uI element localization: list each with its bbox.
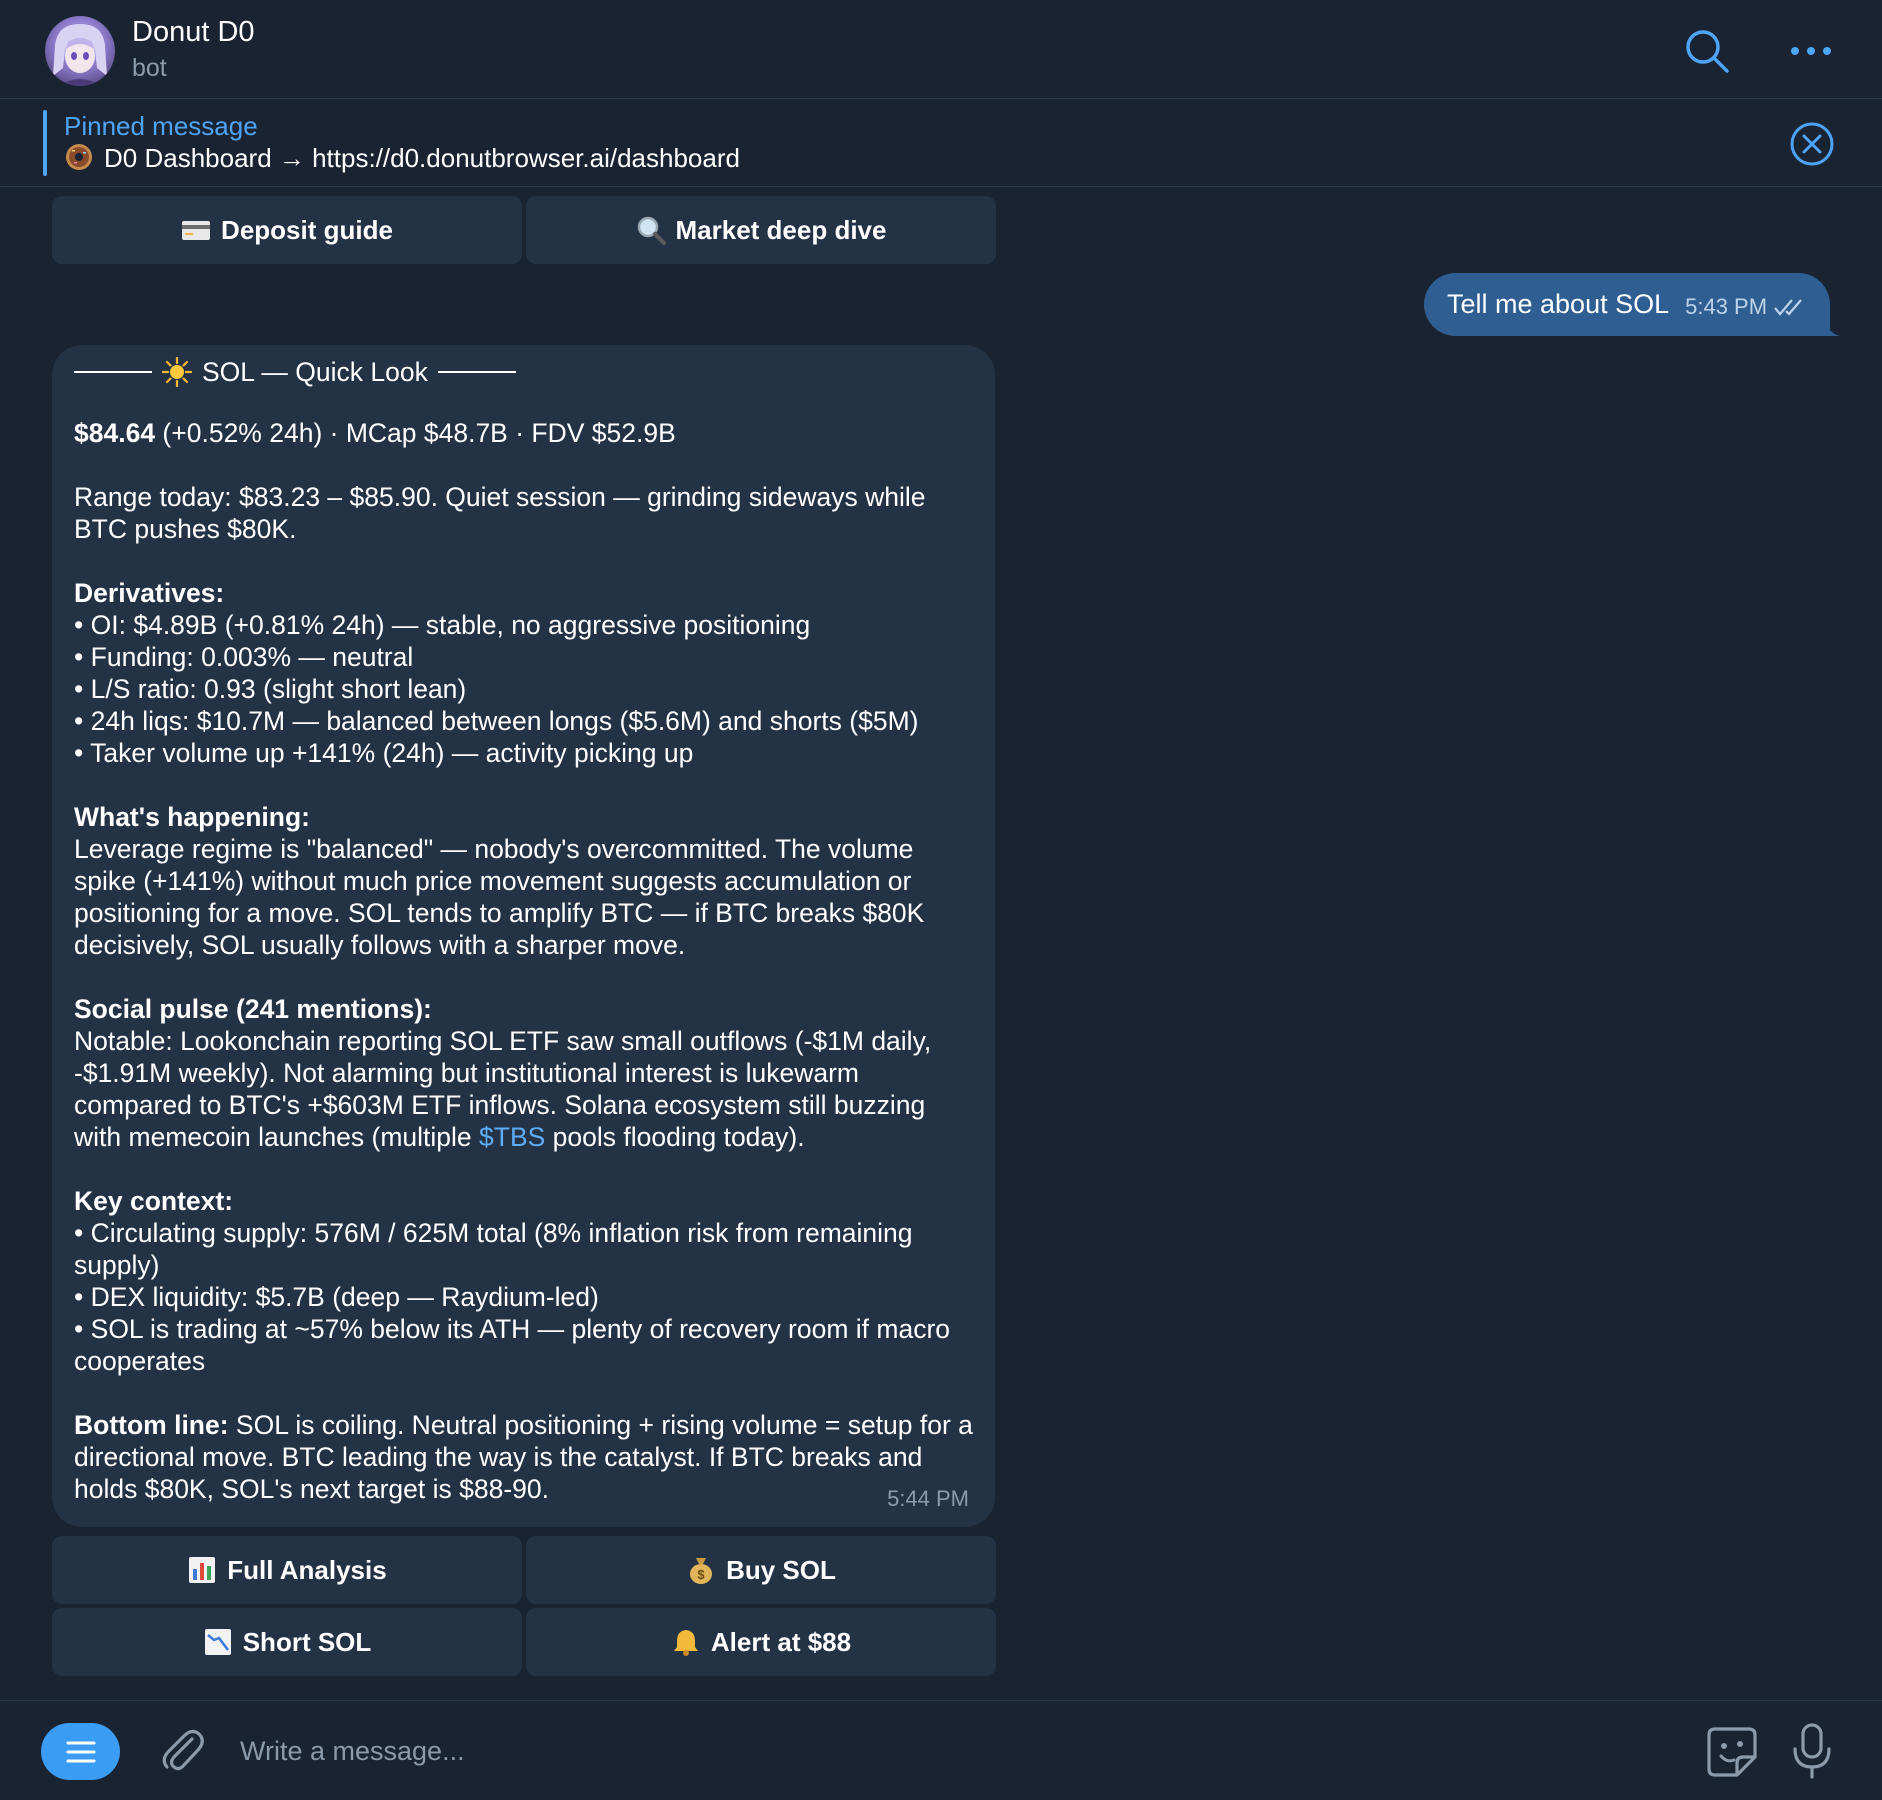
credit-card-icon <box>182 221 211 240</box>
pinned-text[interactable]: D0 Dashboard → https://d0.donutbrowser.a… <box>104 143 740 173</box>
deposit-guide-button[interactable]: Deposit guide <box>52 196 522 264</box>
social-title: Social pulse (241 mentions): <box>74 994 432 1024</box>
context-item: • Circulating supply: 576M / 625M total … <box>74 1218 913 1280</box>
range-text: Range today: $83.23 – $85.90. Quiet sess… <box>74 482 926 544</box>
buy-sol-button[interactable]: $ Buy SOL <box>526 1536 996 1604</box>
incoming-time: 5:44 PM <box>887 1486 969 1511</box>
derivatives-item: • Taker volume up +141% (24h) — activity… <box>74 738 694 768</box>
chat-subtitle: bot <box>132 54 167 82</box>
search-button[interactable] <box>1676 20 1738 82</box>
full-analysis-label: Full Analysis <box>227 1554 387 1585</box>
pinned-title: Pinned message <box>64 111 258 141</box>
paperclip-icon[interactable] <box>154 1723 210 1779</box>
outgoing-message[interactable]: Tell me about SOL 5:43 PM <box>1424 273 1830 336</box>
bubble-tail <box>1818 316 1840 336</box>
price-line: $84.64 (+0.52% 24h) · MCap $48.7B · FDV … <box>74 417 973 449</box>
derivatives-item: • L/S ratio: 0.93 (slight short lean) <box>74 674 467 704</box>
heading-text: SOL — Quick Look <box>202 357 428 387</box>
bottom-line-title: Bottom line: <box>74 1410 229 1440</box>
deposit-guide-label: Deposit guide <box>221 214 393 245</box>
pinned-text-row: D0 Dashboard → https://d0.donutbrowser.a… <box>64 142 740 174</box>
sun-icon <box>162 357 192 387</box>
pinned-message-bar[interactable]: Pinned message D0 Dashboard → https://d0… <box>0 99 1882 187</box>
outgoing-time: 5:43 PM <box>1685 293 1768 319</box>
bell-icon <box>673 1630 698 1656</box>
more-icon <box>1791 47 1831 55</box>
price-details: (+0.52% 24h) · MCap $48.7B · FDV $52.9B <box>155 418 676 448</box>
market-deep-dive-button[interactable]: Market deep dive <box>526 196 996 264</box>
search-icon <box>1686 30 1729 73</box>
bot-menu-button[interactable] <box>41 1723 120 1780</box>
social-text-end: pools flooding today). <box>545 1122 805 1152</box>
context-section: Key context: • Circulating supply: 576M … <box>74 1185 973 1377</box>
happening-title: What's happening: <box>74 802 310 832</box>
social-section: Social pulse (241 mentions): Notable: Lo… <box>74 993 973 1153</box>
alert-label: Alert at $88 <box>710 1626 852 1657</box>
donut-icon <box>66 144 92 170</box>
message-heading: SOL — Quick Look <box>74 357 973 387</box>
chart-down-icon <box>204 1629 231 1655</box>
incoming-message[interactable]: SOL — Quick Look $84.64 (+0.52% 24h) · M… <box>52 345 995 1527</box>
chat-header: Donut D0 bot <box>0 0 1882 99</box>
money-bag-icon: $ <box>690 1558 713 1584</box>
message-input[interactable] <box>228 1725 1692 1777</box>
anime-avatar-icon[interactable] <box>45 16 115 86</box>
market-deep-dive-label: Market deep dive <box>675 214 887 245</box>
price-value: $84.64 <box>74 418 156 448</box>
pinned-indicator <box>43 110 47 176</box>
derivatives-title: Derivatives: <box>74 578 225 608</box>
svg-text:$: $ <box>697 1567 705 1582</box>
chat-title[interactable]: Donut D0 <box>132 16 255 49</box>
message-composer <box>0 1700 1882 1800</box>
close-circle-icon[interactable] <box>1788 120 1836 168</box>
ticker-link[interactable]: $TBS <box>479 1122 545 1152</box>
magnifier-icon <box>637 216 666 245</box>
happening-section: What's happening: Leverage regime is "ba… <box>74 801 973 961</box>
outgoing-text: Tell me about SOL <box>1447 289 1670 319</box>
short-sol-button[interactable]: Short SOL <box>52 1608 522 1676</box>
heading-rule-left <box>74 371 152 373</box>
context-item: • SOL is trading at ~57% below its ATH —… <box>74 1314 951 1376</box>
happening-text: Leverage regime is "balanced" — nobody's… <box>74 834 925 960</box>
bar-chart-icon <box>189 1557 216 1583</box>
context-item: • DEX liquidity: $5.7B (deep — Raydium-l… <box>74 1282 599 1312</box>
full-analysis-button[interactable]: Full Analysis <box>52 1536 522 1604</box>
bottom-line-section: Bottom line: SOL is coiling. Neutral pos… <box>74 1409 973 1505</box>
more-button[interactable] <box>1780 20 1842 82</box>
sticker-icon[interactable] <box>1703 1723 1761 1781</box>
buy-sol-label: Buy SOL <box>726 1554 836 1585</box>
heading-rule-right <box>437 371 516 373</box>
double-check-icon <box>1774 298 1802 316</box>
derivatives-section: Derivatives: • OI: $4.89B (+0.81% 24h) —… <box>74 577 973 769</box>
derivatives-item: • 24h liqs: $10.7M — balanced between lo… <box>74 706 919 736</box>
alert-button[interactable]: Alert at $88 <box>526 1608 996 1676</box>
short-sol-label: Short SOL <box>242 1626 372 1657</box>
context-title: Key context: <box>74 1186 234 1216</box>
menu-icon <box>66 1741 95 1762</box>
derivatives-item: • Funding: 0.003% — neutral <box>74 642 414 672</box>
microphone-icon[interactable] <box>1784 1721 1840 1781</box>
derivatives-item: • OI: $4.89B (+0.81% 24h) — stable, no a… <box>74 610 811 640</box>
